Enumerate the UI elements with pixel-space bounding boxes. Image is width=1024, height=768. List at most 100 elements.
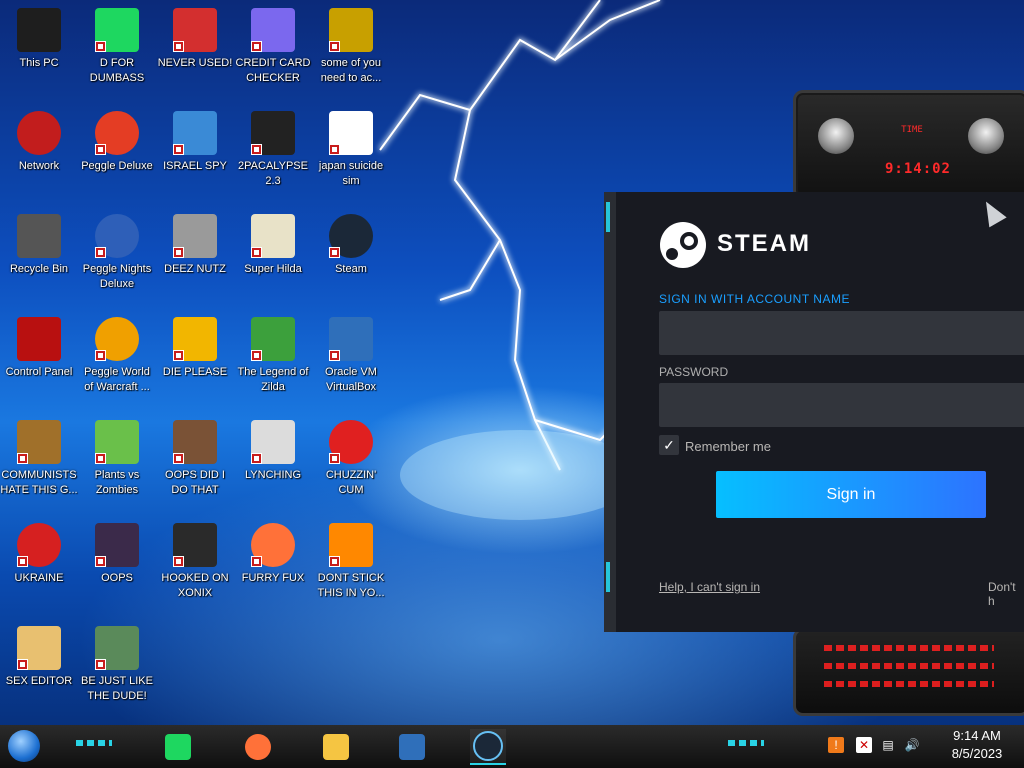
terminal-icon <box>251 111 295 155</box>
taskbar-app-file-explorer[interactable] <box>318 729 354 765</box>
taskbar-app-firefox[interactable] <box>240 729 276 765</box>
desktop-icon[interactable]: Network <box>0 105 78 201</box>
desktop-icon[interactable]: DEEZ NUTZ <box>156 208 234 304</box>
de-icon <box>173 317 217 361</box>
desktop-icon[interactable]: CHUZZIN' CUM <box>312 414 390 510</box>
remember-me-checkbox[interactable]: ✓ <box>659 435 679 455</box>
desktop-icon-label: CHUZZIN' CUM <box>325 469 377 496</box>
desktop-icon-label: DEEZ NUTZ <box>164 263 226 275</box>
desktop-icon[interactable]: Oracle VM VirtualBox <box>312 311 390 407</box>
shortcut-badge-icon <box>95 350 106 361</box>
desktop-icon[interactable]: This PC <box>0 2 78 98</box>
cant-sign-in-link[interactable]: Help, I can't sign in <box>659 580 760 594</box>
desktop-icon[interactable]: Plants vs Zombies <box>78 414 156 510</box>
taskbar-app-virtualbox[interactable] <box>394 729 430 765</box>
desktop-icon-label: Steam <box>335 263 367 275</box>
desktop-icon[interactable]: LYNCHING <box>234 414 312 510</box>
desktop-icon-label: Recycle Bin <box>9 263 69 275</box>
desktop-icon[interactable]: OOPS <box>78 517 156 613</box>
widget-time-value: 9:14:02 <box>884 161 951 177</box>
dude-icon <box>95 626 139 670</box>
sign-in-button[interactable]: Sign in <box>716 471 986 518</box>
desktop-icon[interactable]: japan suicide sim <box>312 105 390 201</box>
file-explorer-icon <box>323 734 349 760</box>
password-input[interactable] <box>659 383 1024 427</box>
shortcut-badge-icon <box>329 453 340 464</box>
desktop-icon[interactable]: NEVER USED! <box>156 2 234 98</box>
shortcut-badge-icon <box>95 453 106 464</box>
alienware-clock-widget[interactable]: TIME 9:14:02 <box>793 90 1024 200</box>
peggle-icon <box>95 111 139 155</box>
widget-meter-bar <box>824 645 994 651</box>
password-label: PASSWORD <box>659 365 729 379</box>
flag-tray-icon[interactable]: ✕ <box>856 737 872 753</box>
virtualbox-icon <box>399 734 425 760</box>
desktop-icon[interactable]: D FOR DUMBASS <box>78 2 156 98</box>
desktop-icon[interactable]: Peggle Nights Deluxe <box>78 208 156 304</box>
desktop-icon[interactable]: COMMUNISTS HATE THIS G... <box>0 414 78 510</box>
alien-head-icon <box>968 118 1004 154</box>
firefox-icon <box>245 734 271 760</box>
desktop-icon[interactable]: Peggle World of Warcraft ... <box>78 311 156 407</box>
network-tray-icon[interactable]: ▤ <box>880 737 896 753</box>
dev-cpp-icon <box>173 8 217 52</box>
taskbar: ! ✕ ▤ 🔊 9:14 AM 8/5/2023 <box>0 725 1024 768</box>
desktop-icon[interactable]: some of you need to ac... <box>312 2 390 98</box>
shortcut-badge-icon <box>17 556 28 567</box>
desktop-icon[interactable]: HOOKED ON XONIX <box>156 517 234 613</box>
remember-me-label[interactable]: Remember me <box>685 439 771 454</box>
clock-time: 9:14 AM <box>953 728 1001 743</box>
desktop-icon-label: The Legend of Zilda <box>237 366 309 393</box>
control-panel-icon <box>17 317 61 361</box>
desktop-icon-label: 2PACALYPSE 2.3 <box>238 160 308 187</box>
desktop-icon-label: UKRAINE <box>14 572 64 584</box>
taskbar-clock[interactable]: 9:14 AM 8/5/2023 <box>935 727 1019 767</box>
account-name-label: SIGN IN WITH ACCOUNT NAME <box>659 292 850 306</box>
vlc-icon <box>329 523 373 567</box>
desktop-icon[interactable]: BE JUST LIKE THE DUDE! <box>78 620 156 716</box>
radiation-icon <box>17 523 61 567</box>
shortcut-badge-icon <box>251 556 262 567</box>
desktop-icon-label: Oracle VM VirtualBox <box>325 366 377 393</box>
desktop-icon[interactable]: Control Panel <box>0 311 78 407</box>
chuzzle-icon <box>329 420 373 464</box>
account-name-input[interactable] <box>659 311 1024 355</box>
desktop-icon[interactable]: The Legend of Zilda <box>234 311 312 407</box>
taskbar-app-steam[interactable] <box>470 729 506 765</box>
shortcut-badge-icon <box>251 247 262 258</box>
desktop-icon[interactable]: 2PACALYPSE 2.3 <box>234 105 312 201</box>
desktop-icon[interactable]: ISRAEL SPY <box>156 105 234 201</box>
volume-tray-icon[interactable]: 🔊 <box>904 737 920 753</box>
start-button[interactable] <box>8 730 40 762</box>
steam-icon <box>329 214 373 258</box>
desktop-icon-label: HOOKED ON XONIX <box>161 572 229 599</box>
desktop-icon-label: COMMUNISTS HATE THIS G... <box>0 469 78 496</box>
desktop-icon[interactable]: FURRY FUX <box>234 517 312 613</box>
desktop-icon[interactable]: Peggle Deluxe <box>78 105 156 201</box>
desktop-icon[interactable]: Recycle Bin <box>0 208 78 304</box>
alienware-monitor-widget[interactable] <box>793 628 1024 716</box>
shortcut-badge-icon <box>329 41 340 52</box>
desktop-icon[interactable]: UKRAINE <box>0 517 78 613</box>
desktop-icon[interactable]: Super Hilda <box>234 208 312 304</box>
desktop-icon[interactable]: CREDIT CARD CHECKER <box>234 2 312 98</box>
desktop-icon-label: Peggle Nights Deluxe <box>82 263 152 290</box>
hilda-icon <box>251 214 295 258</box>
spotify-icon <box>95 8 139 52</box>
alert-tray-icon[interactable]: ! <box>828 737 844 753</box>
create-account-link[interactable]: Don't h <box>988 580 1024 608</box>
shortcut-badge-icon <box>95 144 106 155</box>
shortcut-badge-icon <box>95 247 106 258</box>
desktop-icon[interactable]: DONT STICK THIS IN YO... <box>312 517 390 613</box>
desktop-icon[interactable]: DIE PLEASE <box>156 311 234 407</box>
desktop-icon[interactable]: SEX EDITOR <box>0 620 78 716</box>
zilda-icon <box>251 317 295 361</box>
spotify-icon <box>165 734 191 760</box>
desktop-icon[interactable]: Steam <box>312 208 390 304</box>
desktop-icon-label: Peggle World of Warcraft ... <box>84 366 150 393</box>
desktop-icon[interactable]: OOPS DID I DO THAT <box>156 414 234 510</box>
network-icon <box>17 111 61 155</box>
taskbar-app-spotify[interactable] <box>160 729 196 765</box>
shortcut-badge-icon <box>95 41 106 52</box>
credit-card-icon <box>251 8 295 52</box>
